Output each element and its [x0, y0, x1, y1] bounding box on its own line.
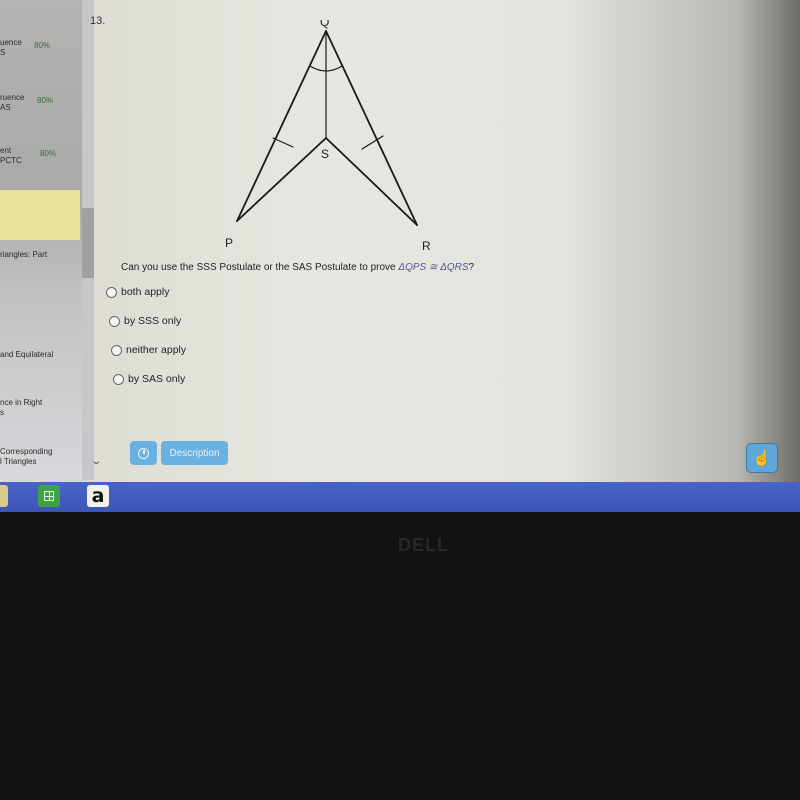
segment-QP [236, 30, 327, 222]
sidebar-scroll-thumb[interactable] [82, 208, 94, 278]
radio-button[interactable] [109, 315, 120, 327]
taskbar: a [0, 482, 800, 512]
sidebar-item-sublabel: l Triangles [0, 457, 37, 466]
microsoft-store-icon[interactable] [38, 485, 60, 507]
sidebar-item[interactable]: riangles: Part [0, 250, 92, 260]
triangle-diagram: Q S P R [225, 20, 431, 253]
option-by-sss-only[interactable]: by SSS only [109, 315, 181, 327]
dell-logo: DELL [398, 535, 449, 555]
hand-pointer-icon: ☝ [752, 450, 772, 467]
sidebar-item[interactable]: and Equilateral [0, 350, 92, 360]
sidebar-item-sublabel: s [0, 408, 4, 417]
sidebar-item-score: 80% [37, 96, 54, 105]
sidebar-item-label: riangles: Part [0, 250, 48, 259]
sidebar-item-score: 80% [40, 149, 57, 158]
description-button[interactable]: Description [161, 441, 228, 465]
sidebar-active-item[interactable] [0, 190, 80, 240]
sidebar-item-label: Corresponding [0, 447, 53, 456]
sidebar-item-sublabel: PCTC [0, 156, 22, 165]
question-number: 13. [90, 15, 106, 27]
description-label: Description [169, 447, 220, 459]
sidebar-item-label: and Equilateral [0, 350, 54, 359]
option-label: both apply [121, 286, 170, 298]
radio-button[interactable] [113, 373, 124, 385]
option-label: neither apply [126, 344, 187, 356]
sidebar-item[interactable]: ent PCTC 80% [0, 146, 92, 166]
clock-icon [138, 447, 149, 459]
label-Q: Q [320, 20, 329, 29]
label-S: S [321, 147, 329, 161]
chevron-down-icon[interactable]: ⌄ [90, 456, 102, 467]
sidebar-item[interactable]: Corresponding l Triangles [0, 447, 92, 467]
sidebar-item-label: ruence [0, 93, 25, 102]
sidebar-item-sublabel: S [0, 48, 6, 57]
label-R: R [422, 239, 431, 253]
radio-button[interactable] [106, 286, 117, 298]
sidebar-item-label: nce in Right [0, 398, 43, 407]
option-label: by SAS only [128, 373, 186, 385]
tick-mark-QP [272, 137, 294, 148]
lesson-sidebar: uence S 80% ruence AS 80% ent PCTC 80% r… [0, 0, 92, 482]
sidebar-item-label: ent [0, 146, 12, 155]
option-by-sas-only[interactable]: by SAS only [113, 373, 185, 385]
sidebar-item[interactable]: nce in Right s [0, 398, 92, 418]
segment-SR [325, 137, 418, 226]
segment-QR [325, 30, 418, 226]
sidebar-item[interactable]: uence S 80% [0, 38, 92, 58]
file-explorer-icon[interactable] [0, 485, 8, 507]
option-neither-apply[interactable]: neither apply [111, 344, 186, 356]
amazon-icon[interactable]: a [87, 485, 109, 507]
screen: uence S 80% ruence AS 80% ent PCTC 80% r… [0, 0, 800, 512]
question-prompt: Can you use the SSS Postulate or the SAS… [121, 262, 399, 273]
sidebar-item-score: 80% [34, 41, 51, 50]
question-math: ΔQPS ≅ ΔQRS [398, 262, 469, 273]
timer-button[interactable] [130, 441, 157, 465]
sidebar-item-sublabel: AS [0, 103, 11, 112]
pointer-tool-button[interactable]: ☝ [746, 443, 778, 473]
amazon-label: a [91, 485, 105, 507]
question-text: Can you use the SSS Postulate or the SAS… [121, 262, 474, 273]
radio-button[interactable] [111, 344, 122, 356]
option-label: by SSS only [124, 315, 182, 327]
label-P: P [225, 236, 233, 250]
sidebar-item-label: uence [0, 38, 22, 47]
sidebar-item[interactable]: ruence AS 80% [0, 93, 92, 113]
segment-SP [236, 137, 327, 222]
option-both-apply[interactable]: both apply [106, 286, 169, 298]
question-mark: ? [468, 262, 475, 273]
